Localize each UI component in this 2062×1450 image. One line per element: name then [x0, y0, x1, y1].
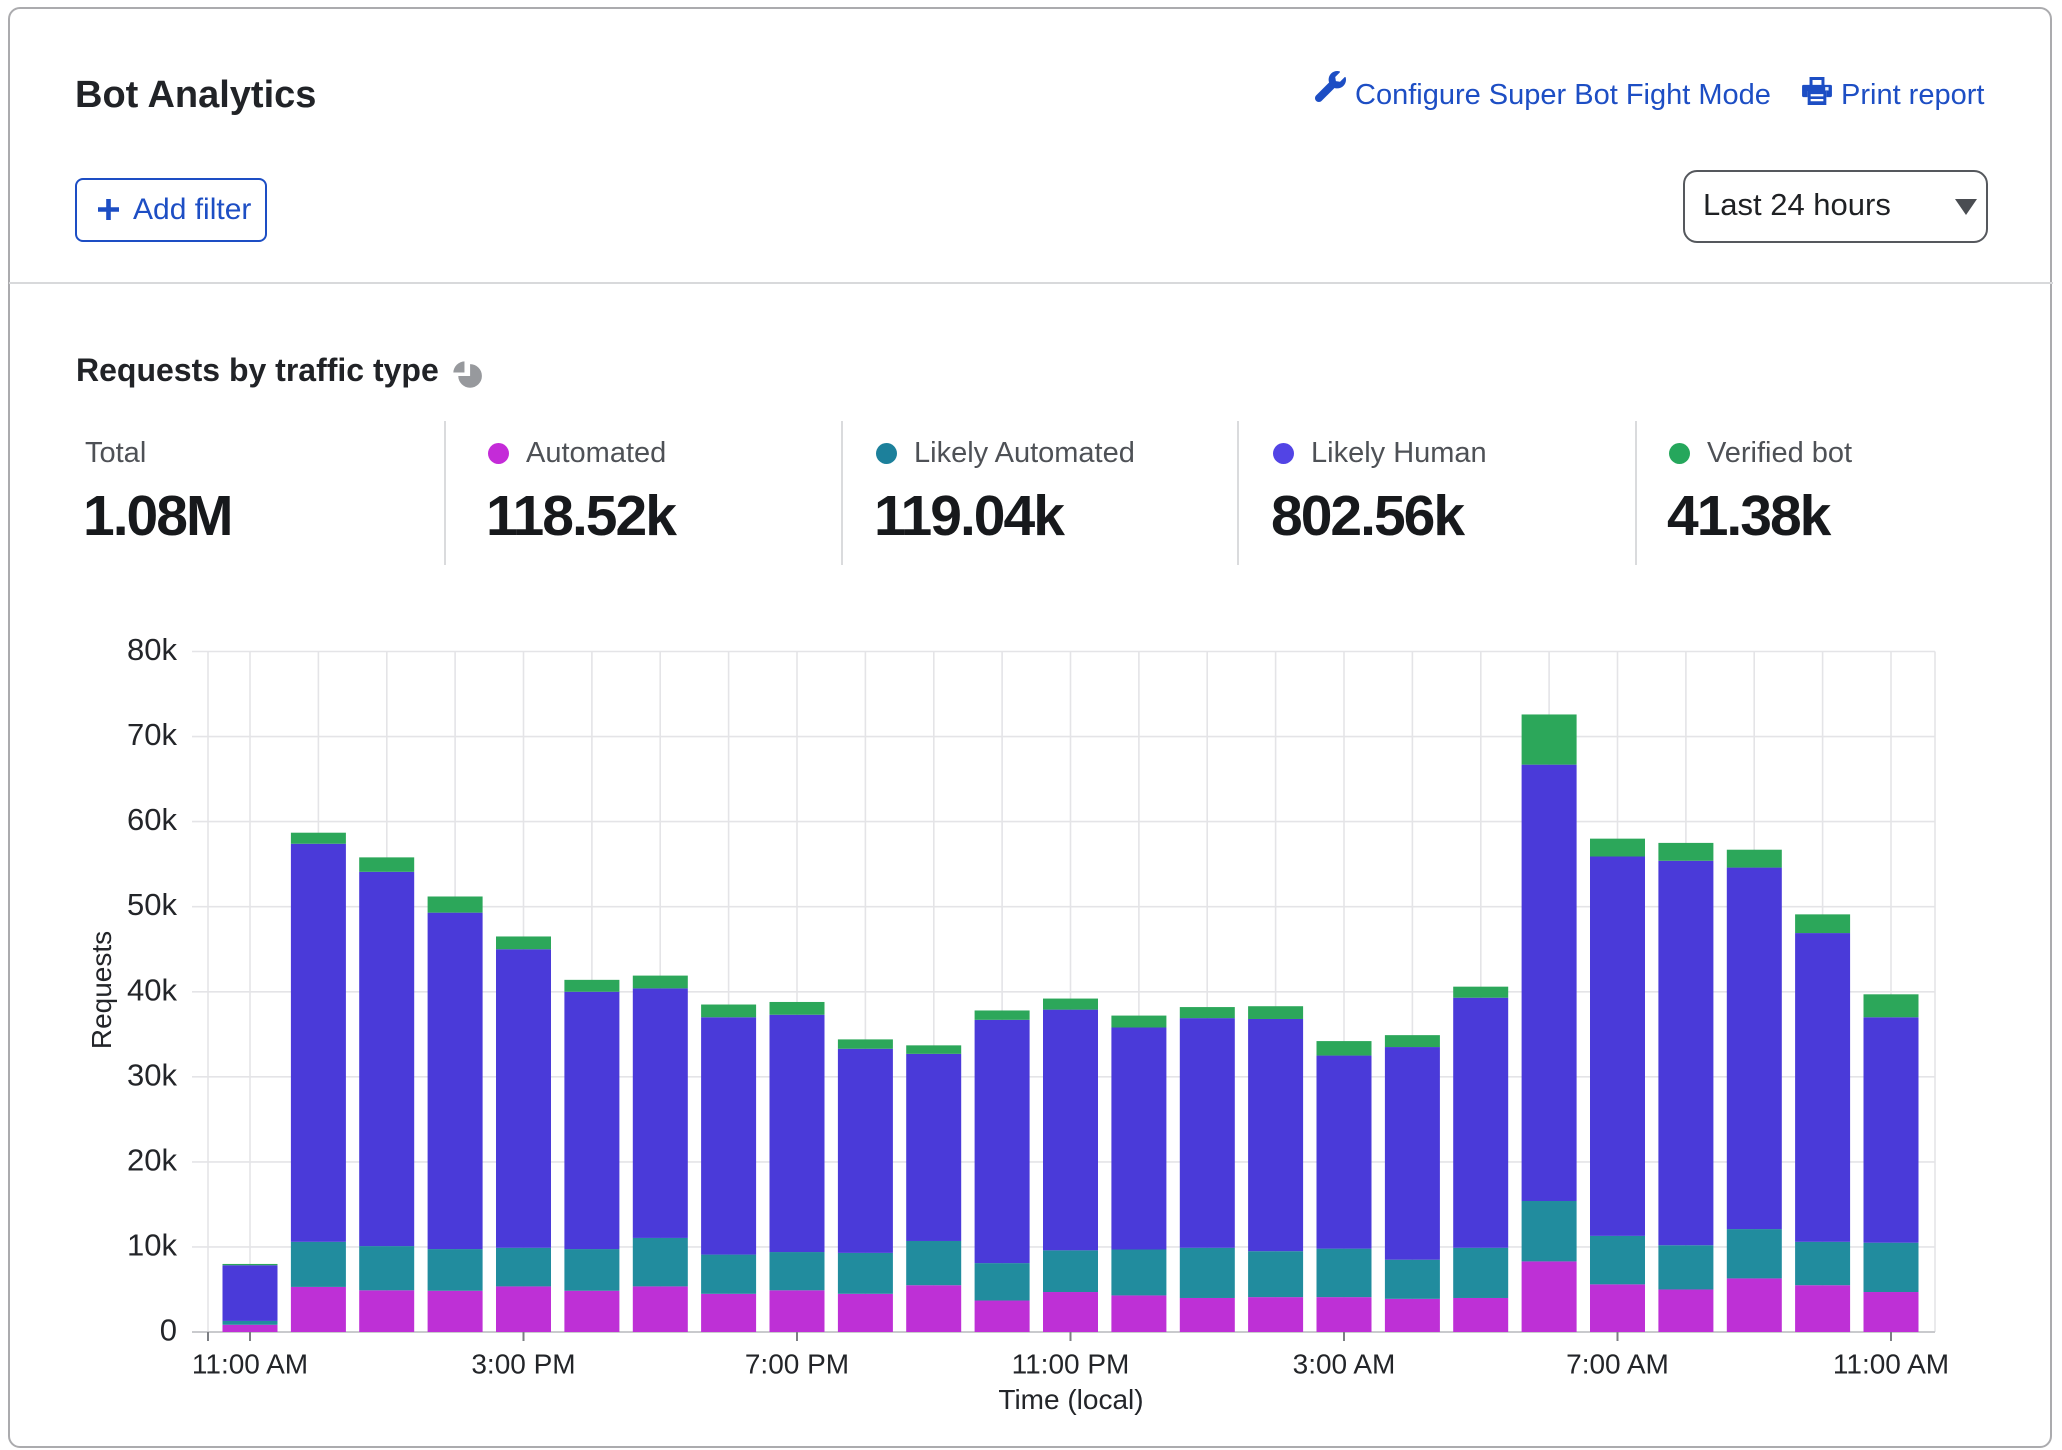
svg-text:20k: 20k: [127, 1142, 177, 1177]
svg-text:70k: 70k: [127, 717, 177, 752]
svg-text:11:00 PM: 11:00 PM: [1012, 1349, 1130, 1380]
svg-text:3:00 AM: 3:00 AM: [1293, 1349, 1396, 1380]
svg-text:11:00 AM: 11:00 AM: [1833, 1349, 1949, 1380]
svg-text:50k: 50k: [127, 887, 177, 922]
svg-text:7:00 PM: 7:00 PM: [745, 1349, 849, 1380]
svg-text:Time (local): Time (local): [998, 1384, 1143, 1415]
svg-text:80k: 80k: [127, 632, 177, 667]
svg-text:60k: 60k: [127, 802, 177, 837]
svg-text:Requests: Requests: [86, 931, 117, 1049]
svg-text:10k: 10k: [127, 1227, 177, 1262]
svg-text:30k: 30k: [127, 1057, 177, 1092]
svg-text:3:00 PM: 3:00 PM: [471, 1349, 575, 1380]
svg-text:7:00 AM: 7:00 AM: [1566, 1349, 1669, 1380]
svg-text:0: 0: [160, 1313, 177, 1348]
svg-text:11:00 AM: 11:00 AM: [192, 1349, 308, 1380]
svg-text:40k: 40k: [127, 972, 177, 1007]
